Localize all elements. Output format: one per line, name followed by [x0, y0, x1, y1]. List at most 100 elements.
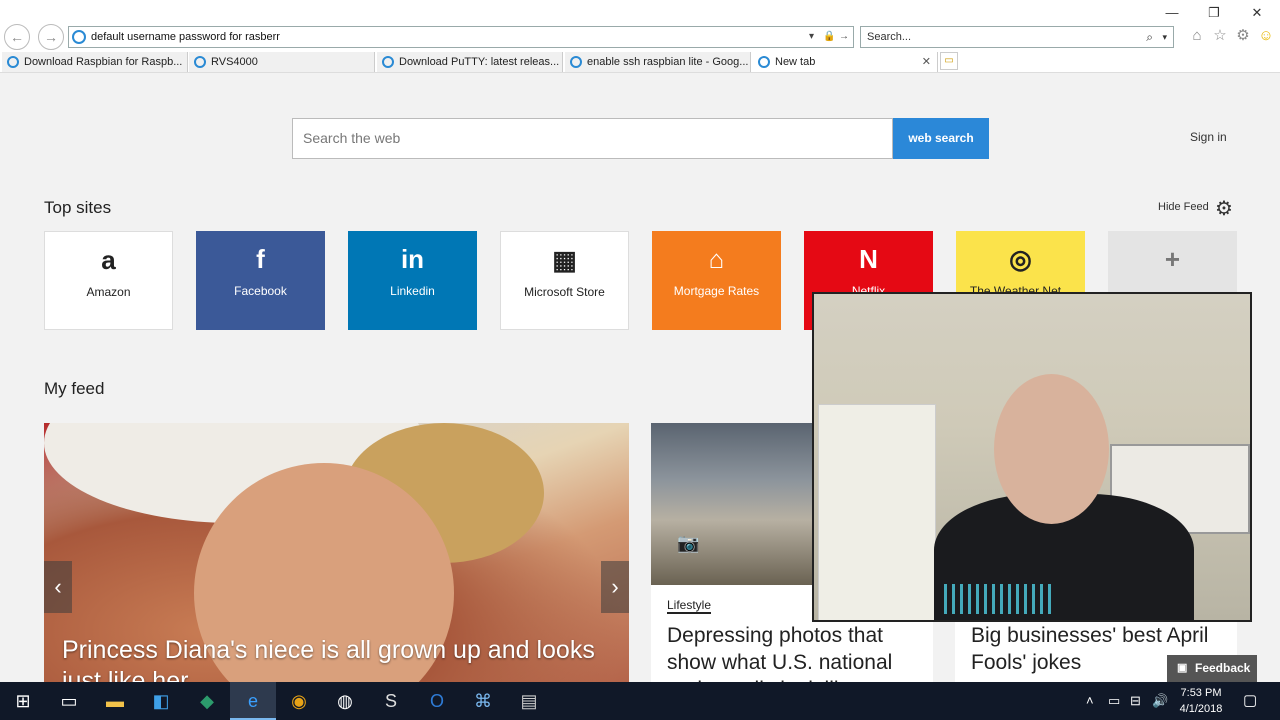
- back-button[interactable]: ←: [4, 24, 30, 50]
- tab-enable-ssh[interactable]: enable ssh raspbian lite - Goog...: [565, 52, 751, 72]
- tab-rvs4000[interactable]: RVS4000: [189, 52, 375, 72]
- ie-tab-icon: [758, 56, 770, 68]
- new-tab-icon: ▭: [944, 55, 954, 66]
- settings-gear-icon[interactable]: ⚙: [1234, 27, 1252, 45]
- top-site-logo-icon: a: [101, 245, 116, 275]
- top-site-logo-icon: ▦: [552, 245, 577, 275]
- internet-explorer-icon: e: [247, 691, 258, 711]
- browser-chrome: ← → default username password for rasber…: [0, 0, 1280, 73]
- carousel-next-button[interactable]: ›: [601, 561, 629, 613]
- tab-label: enable ssh raspbian lite - Goog...: [587, 56, 749, 68]
- news-category[interactable]: Lifestyle: [667, 598, 712, 614]
- chevron-right-icon: ›: [611, 574, 619, 599]
- top-site-tile[interactable]: a Amazon: [44, 231, 173, 330]
- taskbar-app-s[interactable]: S: [368, 682, 414, 720]
- web-search-button[interactable]: web search: [893, 118, 989, 159]
- clock-date: 4/1/2018: [1179, 703, 1223, 715]
- putty-icon: ▤: [520, 691, 538, 711]
- taskbar-chrome[interactable]: ◉: [276, 682, 322, 720]
- volume-icon[interactable]: 🔊: [1152, 682, 1168, 720]
- top-site-label: Mortgage Rates: [673, 284, 760, 298]
- close-tab-icon[interactable]: ✕: [922, 52, 931, 72]
- outlook-icon: O: [429, 691, 444, 711]
- taskbar-outlook[interactable]: O: [414, 682, 460, 720]
- task-view-icon: ▭: [60, 691, 78, 711]
- search-icon[interactable]: ⌕: [1146, 27, 1153, 47]
- webcam-shirt-graphic: [944, 584, 1054, 614]
- top-site-label: Linkedin: [390, 284, 435, 298]
- tab-new-tab[interactable]: New tab ✕: [753, 52, 938, 72]
- tab-putty[interactable]: Download PuTTY: latest releas...: [377, 52, 563, 72]
- maximize-button[interactable]: ❐: [1199, 4, 1229, 22]
- tab-raspbian[interactable]: Download Raspbian for Raspb...: [2, 52, 188, 72]
- address-text[interactable]: default username password for rasberr: [91, 27, 280, 47]
- clock-time: 7:53 PM: [1180, 687, 1222, 699]
- browser-search-box[interactable]: Search... ⌕ ▾: [860, 26, 1174, 48]
- taskbar-file-explorer[interactable]: ▬: [92, 682, 138, 720]
- chrome-icon: ◉: [291, 691, 307, 711]
- tab-strip: Download Raspbian for Raspb... RVS4000 D…: [0, 52, 1280, 72]
- tab-label: Download PuTTY: latest releas...: [399, 56, 560, 68]
- forward-arrow-icon: →: [44, 29, 58, 45]
- lock-icon[interactable]: 🔒: [823, 27, 835, 47]
- favorites-star-icon[interactable]: ☆: [1211, 27, 1229, 45]
- top-site-tile[interactable]: ⌂ Mortgage Rates: [652, 231, 781, 330]
- top-site-logo-icon: ⌂: [708, 244, 725, 274]
- web-search-input[interactable]: Search the web: [292, 118, 893, 159]
- taskbar-app-3[interactable]: ◆: [184, 682, 230, 720]
- task-view-button[interactable]: ▭: [46, 682, 92, 720]
- carousel-prev-button[interactable]: ‹: [44, 561, 72, 613]
- app-icon: ◆: [200, 691, 214, 711]
- close-window-button[interactable]: ✕: [1242, 4, 1272, 22]
- feedback-button[interactable]: ▣ Feedback: [1167, 655, 1257, 682]
- address-bar[interactable]: default username password for rasberr ▾ …: [68, 26, 854, 48]
- sign-in-link[interactable]: Sign in: [1190, 130, 1227, 144]
- ie-page-icon: [72, 30, 86, 44]
- network-icon[interactable]: ⊟: [1130, 682, 1141, 720]
- hero-news-card[interactable]: ‹ › Princess Diana's niece is all grown …: [44, 423, 629, 683]
- hide-feed-link[interactable]: Hide Feed: [1158, 201, 1209, 213]
- tab-label: RVS4000: [211, 56, 258, 68]
- go-arrow-icon[interactable]: →: [839, 27, 849, 47]
- home-icon[interactable]: ⌂: [1188, 27, 1206, 45]
- new-tab-button[interactable]: ▭: [940, 52, 958, 70]
- clock[interactable]: 7:53 PM 4/1/2018: [1168, 685, 1234, 717]
- top-site-logo-icon: in: [400, 244, 425, 274]
- ie-tab-icon: [382, 56, 394, 68]
- ie-tab-icon: [194, 56, 206, 68]
- hero-headline[interactable]: Princess Diana's niece is all grown up a…: [62, 635, 622, 683]
- smiley-feedback-icon[interactable]: ☺: [1257, 27, 1275, 45]
- page-settings-gear-icon[interactable]: ⚙: [1215, 196, 1233, 221]
- taskbar-putty[interactable]: ▤: [506, 682, 552, 720]
- taskbar-app-network[interactable]: ⌘: [460, 682, 506, 720]
- minimize-button[interactable]: —: [1157, 4, 1187, 22]
- camera-icon: 📷: [677, 533, 700, 553]
- search-dropdown-icon[interactable]: ▾: [1162, 27, 1167, 47]
- top-site-label: Microsoft Store: [524, 285, 605, 299]
- web-search-placeholder: Search the web: [303, 130, 401, 146]
- forward-button[interactable]: →: [38, 24, 64, 50]
- taskbar-app-2[interactable]: ◧: [138, 682, 184, 720]
- back-arrow-icon: ←: [10, 29, 24, 45]
- app-icon: ◧: [152, 691, 170, 711]
- top-site-logo-icon: ◎: [1009, 244, 1032, 274]
- top-site-tile[interactable]: ▦ Microsoft Store: [500, 231, 629, 330]
- notifications-icon[interactable]: ▢: [1243, 682, 1257, 720]
- lock-app-icon: ◍: [337, 691, 353, 711]
- taskbar-app-vpn[interactable]: ◍: [322, 682, 368, 720]
- taskbar-internet-explorer[interactable]: e: [230, 682, 276, 720]
- top-sites-heading: Top sites: [44, 198, 112, 217]
- address-dropdown-icon[interactable]: ▾: [809, 27, 814, 47]
- news-headline[interactable]: Depressing photos that show what U.S. na…: [667, 622, 927, 683]
- webcam-overlay: [812, 292, 1252, 622]
- chevron-left-icon: ‹: [54, 574, 62, 599]
- top-site-tile[interactable]: in Linkedin: [348, 231, 477, 330]
- start-button[interactable]: ⊞: [0, 682, 46, 720]
- tab-label: Download Raspbian for Raspb...: [24, 56, 183, 68]
- network-app-icon: ⌘: [474, 691, 492, 711]
- tray-overflow-icon[interactable]: ˄: [1086, 682, 1094, 720]
- webcam-person-head: [994, 374, 1109, 524]
- webcam-door: [818, 404, 936, 620]
- top-site-tile[interactable]: f Facebook: [196, 231, 325, 330]
- battery-icon[interactable]: ▭: [1108, 682, 1120, 720]
